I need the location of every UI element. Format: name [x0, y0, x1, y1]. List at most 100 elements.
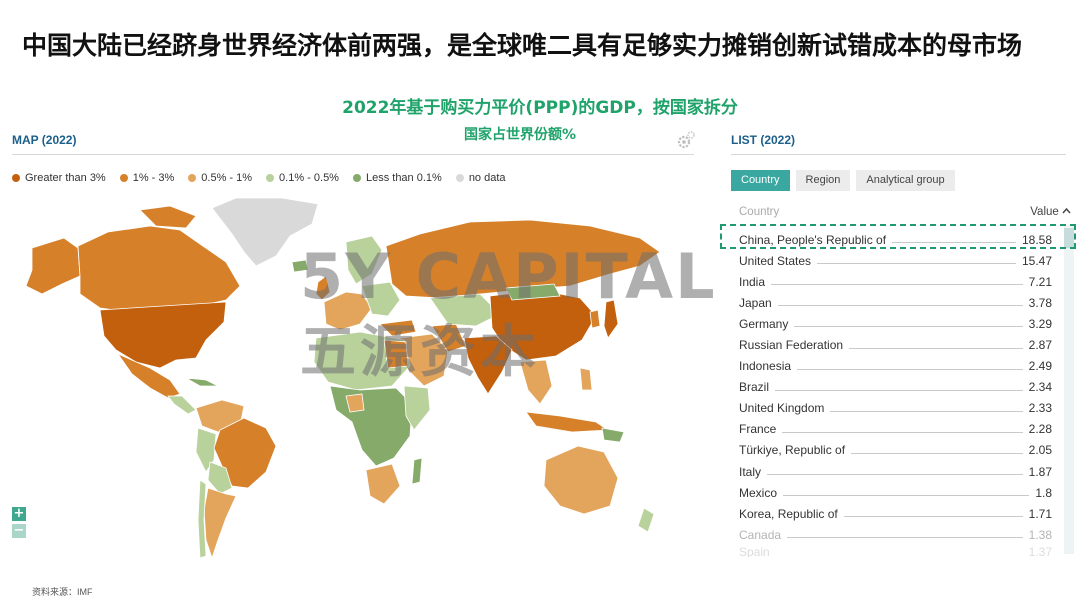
legend-item[interactable]: 0.1% - 0.5%	[266, 172, 339, 184]
zoom-in-button[interactable]: +	[12, 507, 26, 521]
row-leader-line	[830, 410, 1023, 412]
map-region-philippines[interactable]	[579, 367, 593, 391]
map-region-turkey[interactable]	[379, 319, 417, 337]
list-item[interactable]: Spain 1.37	[739, 545, 1052, 558]
list-item[interactable]: Russian Federation 2.87	[739, 334, 1052, 355]
column-header-country[interactable]: Country	[739, 206, 779, 218]
row-leader-line	[849, 347, 1023, 349]
chevron-up-icon	[1062, 207, 1071, 214]
map-region-japan[interactable]	[603, 299, 619, 339]
list-tabs: Country Region Analytical group	[731, 170, 955, 191]
map-region-scandinavia[interactable]	[345, 235, 383, 285]
list-item[interactable]: United States 15.47	[739, 250, 1052, 271]
zoom-out-button[interactable]: −	[12, 524, 26, 538]
row-leader-line	[775, 389, 1023, 391]
map-region-egypt[interactable]	[383, 339, 409, 369]
map-region-alaska[interactable]	[25, 237, 81, 295]
world-map[interactable]	[0, 190, 700, 565]
country-value: 2.49	[1022, 359, 1052, 374]
country-value: 1.71	[1022, 506, 1052, 521]
list-section-label: LIST (2022)	[731, 133, 796, 147]
list-item[interactable]: Türkiye, Republic of 2.05	[739, 440, 1052, 461]
row-leader-line	[817, 263, 1016, 265]
map-region-greenland[interactable]	[211, 197, 319, 267]
map-region-new-zealand[interactable]	[637, 507, 655, 533]
country-value: 1.37	[1022, 545, 1052, 558]
legend-label: Less than 0.1%	[365, 172, 442, 184]
map-region-iceland[interactable]	[291, 259, 309, 273]
list-item[interactable]: Japan 3.78	[739, 292, 1052, 313]
legend-swatch	[12, 174, 20, 182]
list-item[interactable]: India 7.21	[739, 271, 1052, 292]
legend-swatch	[188, 174, 197, 182]
country-name: Brazil	[739, 380, 776, 395]
map-region-australia[interactable]	[543, 445, 619, 515]
chart-unit-label: 国家占世界份额%	[463, 127, 577, 143]
list-header-divider	[731, 154, 1066, 155]
country-name: Japan	[739, 295, 778, 310]
country-value: 1.38	[1022, 527, 1052, 542]
list-item[interactable]: Indonesia 2.49	[739, 356, 1052, 377]
country-value: 3.29	[1022, 316, 1052, 331]
country-value: 7.21	[1022, 274, 1052, 289]
map-header-divider	[12, 154, 694, 155]
map-region-papua[interactable]	[601, 427, 625, 443]
map-region-argentina[interactable]	[203, 487, 237, 560]
map-region-south-africa[interactable]	[365, 463, 401, 505]
legend-item[interactable]: 1% - 3%	[119, 172, 174, 184]
source-note: 资料来源：IMF	[32, 587, 93, 597]
legend-item[interactable]: Greater than 3%	[12, 172, 106, 184]
map-region-western-europe[interactable]	[323, 291, 373, 331]
map-region-indonesia[interactable]	[525, 411, 610, 433]
map-region-central-america[interactable]	[167, 395, 197, 415]
map-region-southeast-asia[interactable]	[519, 359, 553, 405]
country-name: Germany	[739, 316, 795, 331]
row-leader-line	[851, 452, 1023, 454]
china-highlight-box	[720, 224, 1076, 249]
row-leader-line	[767, 474, 1023, 476]
legend-item[interactable]: no data	[455, 172, 506, 184]
list-item[interactable]: United Kingdom 2.33	[739, 398, 1052, 419]
list-item[interactable]: France 2.28	[739, 419, 1052, 440]
list-item[interactable]: Germany 3.29	[739, 313, 1052, 334]
row-leader-line	[794, 326, 1023, 328]
tab-country[interactable]: Country	[731, 170, 790, 191]
tab-analytical-group[interactable]: Analytical group	[856, 170, 955, 191]
legend-swatch	[455, 174, 464, 182]
slide-title: 中国大陆已经跻身世界经济体前两强，是全球唯二具有足够实力摊销创新试错成本的母市场	[22, 31, 1023, 60]
country-value: 15.47	[1015, 253, 1052, 268]
legend-label: 0.1% - 0.5%	[279, 172, 339, 184]
list-item[interactable]: Brazil 2.34	[739, 377, 1052, 398]
gear-icon[interactable]	[676, 130, 696, 150]
column-header-value[interactable]: Value	[1030, 206, 1071, 218]
list-item[interactable]: Canada 1.38	[739, 524, 1052, 545]
list-item[interactable]: Mexico 1.8	[739, 482, 1052, 503]
map-region-central-asia[interactable]	[429, 293, 501, 327]
list-item[interactable]: Italy 1.87	[739, 461, 1052, 482]
tab-region[interactable]: Region	[795, 170, 851, 191]
country-name: Mexico	[739, 485, 784, 500]
list-scrollbar[interactable]	[1064, 226, 1074, 554]
map-region-uk[interactable]	[315, 275, 331, 301]
row-leader-line	[843, 516, 1023, 518]
map-legend: Greater than 3% 1% - 3% 0.5% - 1% 0.1% -…	[12, 172, 506, 184]
map-region-usa[interactable]	[99, 301, 227, 369]
legend-label: Greater than 3%	[25, 172, 106, 184]
row-leader-line	[797, 368, 1023, 370]
map-region-central-africa[interactable]	[329, 385, 413, 467]
map-region-india[interactable]	[463, 335, 513, 395]
map-region-arctic-islands[interactable]	[139, 205, 197, 229]
legend-item[interactable]: 0.5% - 1%	[188, 172, 252, 184]
map-region-korea[interactable]	[589, 309, 601, 329]
map-region-canada[interactable]	[77, 225, 241, 313]
map-region-madagascar[interactable]	[411, 457, 423, 485]
country-name: Italy	[739, 464, 768, 479]
list-item[interactable]: Korea, Republic of 1.71	[739, 503, 1052, 524]
legend-swatch	[119, 174, 128, 182]
row-leader-line	[782, 431, 1023, 433]
legend-item[interactable]: Less than 0.1%	[352, 172, 442, 184]
country-value: 2.33	[1022, 401, 1052, 416]
country-name: Türkiye, Republic of	[739, 443, 852, 458]
country-value: 2.28	[1022, 422, 1052, 437]
map-region-caribbean[interactable]	[185, 377, 219, 387]
